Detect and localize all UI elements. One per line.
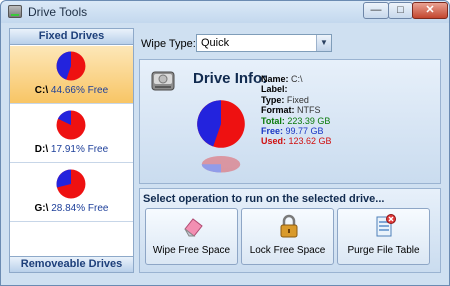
- wipe-free-space-label: Wipe Free Space: [152, 245, 231, 256]
- drive-free-percent: 28.84% Free: [51, 203, 109, 214]
- drive-free-percent: 44.66% Free: [50, 85, 109, 96]
- drive-total-row: Total: 223.39 GB: [261, 115, 331, 126]
- main-panel: Wipe Type: Quick ▼ Drive Info: Name: C:\…: [138, 28, 443, 273]
- drive-free-row: Free: 99.77 GB: [261, 126, 324, 137]
- drive-item-c[interactable]: C:\ 44.66% Free: [10, 46, 133, 104]
- lock-free-space-label: Lock Free Space: [249, 245, 326, 256]
- drive-item-d[interactable]: D:\ 17.91% Free: [10, 105, 133, 163]
- drive-tools-icon: [8, 5, 22, 18]
- wipe-free-space-button[interactable]: Wipe Free Space: [145, 208, 238, 265]
- drive-label: G:\ 28.84% Free: [12, 203, 131, 214]
- close-button[interactable]: ✕: [412, 2, 448, 19]
- drive-usage-pie: [56, 51, 86, 81]
- title-bar[interactable]: Drive Tools — □ ✕: [1, 1, 449, 23]
- maximize-button[interactable]: □: [388, 2, 413, 19]
- minimize-button[interactable]: —: [363, 2, 389, 19]
- removable-drives-header[interactable]: Removeable Drives: [10, 256, 133, 272]
- hard-drive-icon: [151, 71, 175, 91]
- file-table-delete-icon: [376, 214, 396, 237]
- drive-letter: G:\: [34, 203, 49, 214]
- operations-title: Select operation to run on the selected …: [143, 193, 385, 205]
- drive-info-title: Drive Info:: [193, 70, 268, 87]
- app-window: Drive Tools — □ ✕ Fixed Drives C:\ 44.66…: [0, 0, 450, 286]
- window-title: Drive Tools: [28, 5, 88, 19]
- wipe-type-value: Quick: [201, 37, 230, 49]
- fixed-drives-header[interactable]: Fixed Drives: [10, 29, 133, 45]
- wipe-type-label: Wipe Type:: [141, 38, 196, 50]
- drive-item-g[interactable]: G:\ 28.84% Free: [10, 164, 133, 222]
- drive-info-details: Name: C:\ Label: Type: Fixed Format: NTF…: [261, 74, 332, 147]
- drive-label-row: Label:: [261, 84, 288, 95]
- drive-usage-pie: [56, 169, 86, 199]
- drive-format-row: Format: NTFS: [261, 105, 321, 116]
- drive-info-box: Drive Info: Name: C:\ Label: Type: Fixed…: [139, 59, 441, 184]
- drive-list-panel: Fixed Drives C:\ 44.66% Free D:\ 17.91% …: [9, 28, 134, 273]
- drive-letter: C:\: [34, 85, 49, 96]
- lock-free-space-button[interactable]: Lock Free Space: [241, 208, 334, 265]
- operations-box: Select operation to run on the selected …: [139, 188, 441, 273]
- drive-label: C:\ 44.66% Free: [12, 85, 131, 96]
- drive-usage-pie: [56, 110, 86, 140]
- drive-info-pie: [197, 100, 245, 148]
- drive-used-row: Used: 123.62 GB: [261, 136, 332, 147]
- wipe-type-select[interactable]: Quick ▼: [196, 34, 332, 52]
- drive-info-pie-reflection: [201, 156, 241, 173]
- eraser-icon: [184, 218, 203, 237]
- purge-file-table-button[interactable]: Purge File Table: [337, 208, 430, 265]
- chevron-down-icon[interactable]: ▼: [316, 35, 331, 51]
- drive-name-row: Name: C:\: [261, 74, 303, 84]
- drive-letter: D:\: [34, 144, 49, 155]
- purge-file-table-label: Purge File Table: [347, 245, 420, 256]
- drive-free-percent: 17.91% Free: [50, 144, 109, 155]
- padlock-icon: [280, 214, 298, 238]
- drive-label: D:\ 17.91% Free: [12, 144, 131, 155]
- drive-type-row: Type: Fixed: [261, 94, 309, 105]
